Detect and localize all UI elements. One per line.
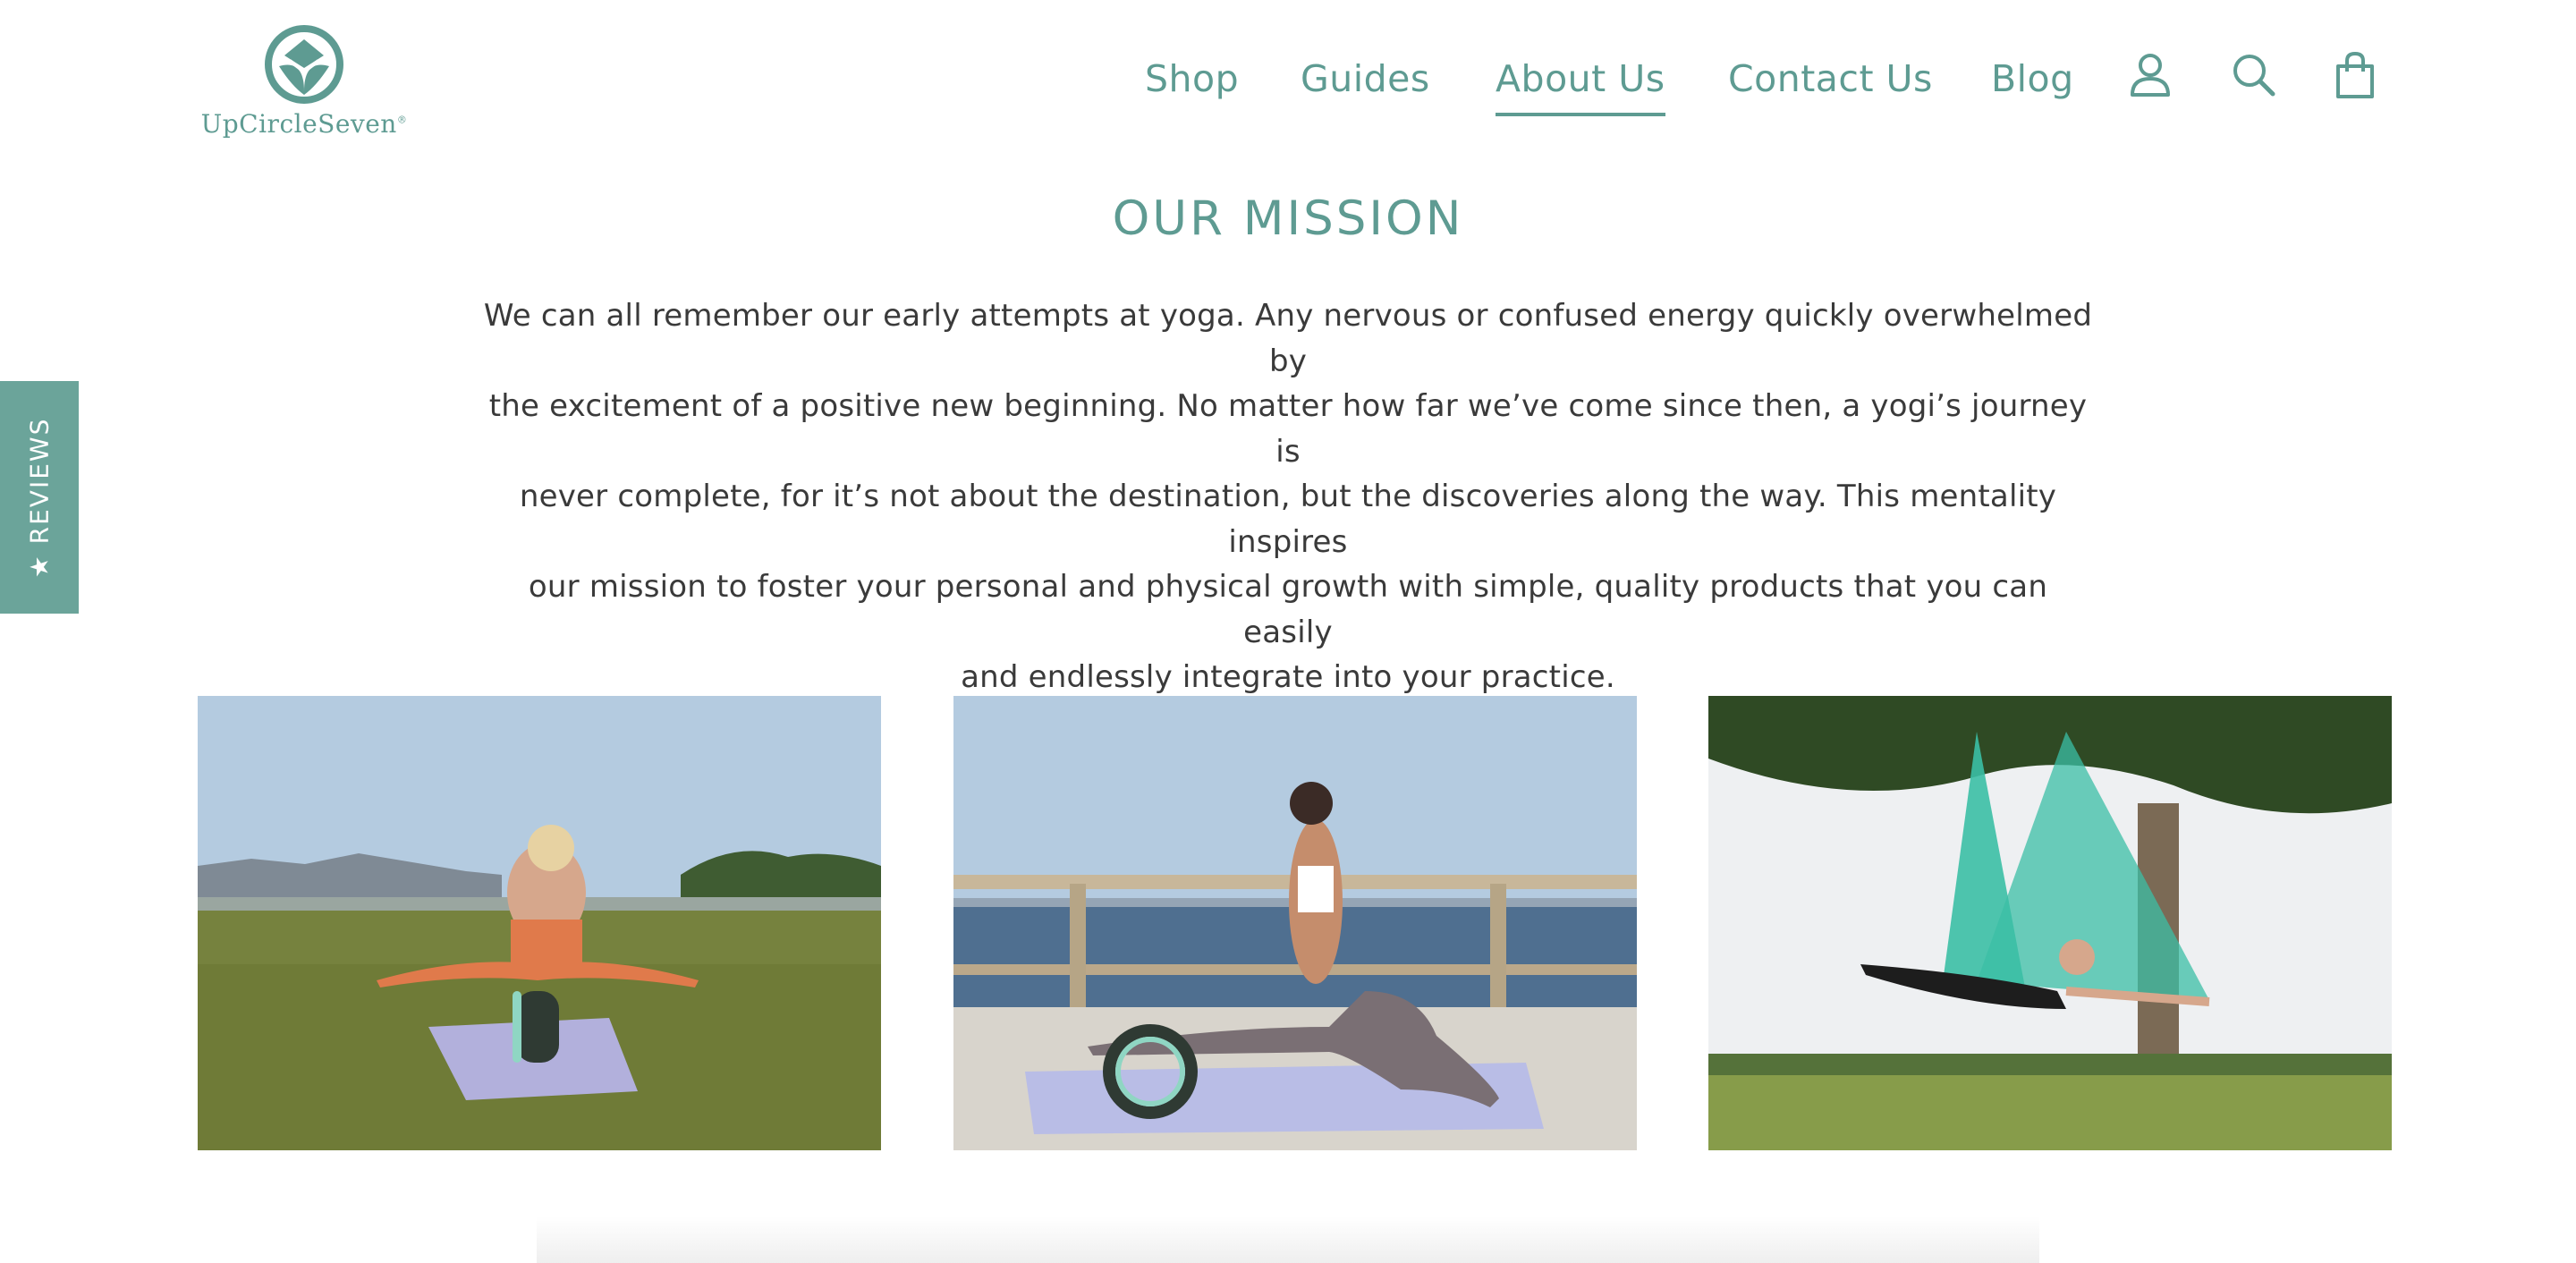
logo-wordmark: UpCircleSeven® [199,109,410,139]
nav-about-us[interactable]: About Us [1496,52,1665,116]
reviews-tab[interactable]: ★ REVIEWS [0,381,79,614]
nav-guides[interactable]: Guides [1301,52,1430,106]
cart-icon[interactable] [2334,50,2376,104]
site-header: UpCircleSeven® Shop Guides About Us Cont… [0,0,2576,161]
registered-mark: ® [396,114,408,126]
mission-line: never complete, for it’s not about the d… [519,479,2057,560]
star-icon: ★ [24,553,55,578]
photo-yoga-wheel-beach [953,696,1637,1150]
photo-aerial-yoga-hammock [1708,696,2392,1150]
footer-shadow [537,1216,2039,1263]
reviews-tab-label: ★ REVIEWS [25,417,55,578]
photo-yoga-wheel-grass [198,696,881,1150]
reviews-label: REVIEWS [24,417,55,544]
nav-contact-us[interactable]: Contact Us [1728,52,1933,106]
mission-line: our mission to foster your personal and … [528,569,2048,650]
brand-logo[interactable]: UpCircleSeven® [199,23,410,140]
mission-line: the excitement of a positive new beginni… [488,388,2088,470]
leaf-logo-icon [265,25,343,104]
account-icon[interactable] [2129,52,2172,102]
mission-line: and endlessly integrate into your practi… [961,659,1615,695]
mission-title: OUR MISSION [1112,191,1464,246]
search-icon[interactable] [2231,52,2277,102]
nav-blog[interactable]: Blog [1991,52,2074,106]
mission-line: We can all remember our early attempts a… [483,298,2093,379]
logo-text: UpCircleSeven [200,109,397,139]
mission-text: We can all remember our early attempts a… [479,293,2097,700]
nav-shop[interactable]: Shop [1145,52,1239,106]
